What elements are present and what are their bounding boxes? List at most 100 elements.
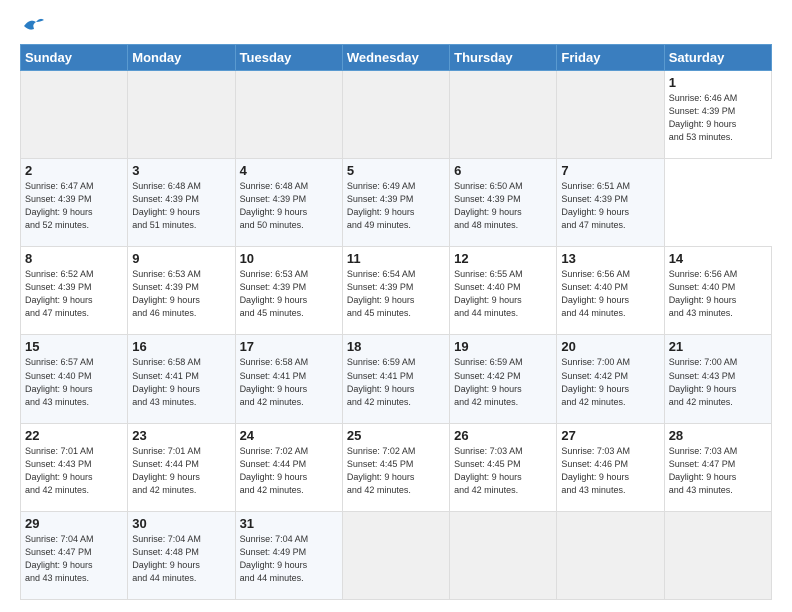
day-number: 22: [25, 428, 123, 443]
calendar-cell: 16Sunrise: 6:58 AMSunset: 4:41 PMDayligh…: [128, 335, 235, 423]
day-number: 29: [25, 516, 123, 531]
calendar-cell: 1 Sunrise: 6:46 AMSunset: 4:39 PMDaylight…: [664, 71, 771, 159]
calendar-week-2: 8 Sunrise: 6:52 AMSunset: 4:39 PMDaylight…: [21, 247, 772, 335]
calendar-cell: [450, 71, 557, 159]
day-number: 3: [132, 163, 230, 178]
calendar-cell: 8 Sunrise: 6:52 AMSunset: 4:39 PMDaylight…: [21, 247, 128, 335]
calendar-cell: 11 Sunrise: 6:54 AMSunset: 4:39 PMDayligh…: [342, 247, 449, 335]
calendar-week-5: 29 Sunrise: 7:04 AMSunset: 4:47 PMDayligh…: [21, 511, 772, 599]
day-info: Sunrise: 7:03 AMSunset: 4:45 PMDaylight:…: [454, 445, 552, 497]
day-number: 31: [240, 516, 338, 531]
day-number: 16: [132, 339, 230, 354]
day-number: 10: [240, 251, 338, 266]
calendar-cell: 21 Sunrise: 7:00 AMSunset: 4:43 PMDayligh…: [664, 335, 771, 423]
day-info: Sunrise: 7:02 AMSunset: 4:45 PMDaylight:…: [347, 445, 445, 497]
day-info: Sunrise: 6:54 AMSunset: 4:39 PMDaylight:…: [347, 268, 445, 320]
calendar-cell: [235, 71, 342, 159]
day-number: 1: [669, 75, 767, 90]
day-info: Sunrise: 7:02 AMSunset: 4:44 PMDaylight:…: [240, 445, 338, 497]
day-number: 15: [25, 339, 123, 354]
day-number: 21: [669, 339, 767, 354]
calendar-cell: [450, 511, 557, 599]
logo-bird-icon: [22, 16, 44, 34]
day-info: Sunrise: 6:58 AMSunset: 4:41 PMDaylight:…: [240, 356, 338, 408]
calendar-week-4: 22 Sunrise: 7:01 AMSunset: 4:43 PMDayligh…: [21, 423, 772, 511]
day-info: Sunrise: 6:52 AMSunset: 4:39 PMDaylight:…: [25, 268, 123, 320]
calendar-cell: 27 Sunrise: 7:03 AMSunset: 4:46 PMDayligh…: [557, 423, 664, 511]
calendar-cell: 13Sunrise: 6:56 AMSunset: 4:40 PMDayligh…: [557, 247, 664, 335]
col-header-friday: Friday: [557, 45, 664, 71]
day-info: Sunrise: 7:01 AMSunset: 4:43 PMDaylight:…: [25, 445, 123, 497]
calendar-cell: 12Sunrise: 6:55 AMSunset: 4:40 PMDayligh…: [450, 247, 557, 335]
calendar-cell: 2Sunrise: 6:47 AMSunset: 4:39 PMDaylight…: [21, 159, 128, 247]
calendar-cell: 19 Sunrise: 6:59 AMSunset: 4:42 PMDayligh…: [450, 335, 557, 423]
day-info: Sunrise: 6:59 AMSunset: 4:41 PMDaylight:…: [347, 356, 445, 408]
logo: [20, 16, 44, 34]
col-header-sunday: Sunday: [21, 45, 128, 71]
day-info: Sunrise: 7:00 AMSunset: 4:43 PMDaylight:…: [669, 356, 767, 408]
calendar-cell: 31 Sunrise: 7:04 AMSunset: 4:49 PMDayligh…: [235, 511, 342, 599]
calendar-cell: 14 Sunrise: 6:56 AMSunset: 4:40 PMDayligh…: [664, 247, 771, 335]
calendar-cell: 20 Sunrise: 7:00 AMSunset: 4:42 PMDayligh…: [557, 335, 664, 423]
calendar-week-3: 15 Sunrise: 6:57 AMSunset: 4:40 PMDayligh…: [21, 335, 772, 423]
day-number: 20: [561, 339, 659, 354]
col-header-monday: Monday: [128, 45, 235, 71]
day-number: 11: [347, 251, 445, 266]
page-container: SundayMondayTuesdayWednesdayThursdayFrid…: [0, 0, 792, 612]
day-number: 17: [240, 339, 338, 354]
day-info: Sunrise: 6:59 AMSunset: 4:42 PMDaylight:…: [454, 356, 552, 408]
day-number: 14: [669, 251, 767, 266]
day-info: Sunrise: 7:01 AMSunset: 4:44 PMDaylight:…: [132, 445, 230, 497]
calendar-cell: [21, 71, 128, 159]
calendar-cell: [342, 71, 449, 159]
calendar-cell: 4Sunrise: 6:48 AMSunset: 4:39 PMDaylight…: [235, 159, 342, 247]
day-number: 24: [240, 428, 338, 443]
calendar-cell: 7Sunrise: 6:51 AMSunset: 4:39 PMDaylight…: [557, 159, 664, 247]
day-info: Sunrise: 7:04 AMSunset: 4:47 PMDaylight:…: [25, 533, 123, 585]
calendar-cell: 26 Sunrise: 7:03 AMSunset: 4:45 PMDayligh…: [450, 423, 557, 511]
calendar-cell: 10 Sunrise: 6:53 AMSunset: 4:39 PMDayligh…: [235, 247, 342, 335]
day-info: Sunrise: 6:57 AMSunset: 4:40 PMDaylight:…: [25, 356, 123, 408]
calendar-table: SundayMondayTuesdayWednesdayThursdayFrid…: [20, 44, 772, 600]
day-info: Sunrise: 6:56 AMSunset: 4:40 PMDaylight:…: [669, 268, 767, 320]
col-header-wednesday: Wednesday: [342, 45, 449, 71]
col-header-saturday: Saturday: [664, 45, 771, 71]
header: [20, 16, 772, 34]
calendar-cell: 24 Sunrise: 7:02 AMSunset: 4:44 PMDayligh…: [235, 423, 342, 511]
day-number: 4: [240, 163, 338, 178]
day-info: Sunrise: 6:49 AMSunset: 4:39 PMDaylight:…: [347, 180, 445, 232]
day-info: Sunrise: 7:04 AMSunset: 4:49 PMDaylight:…: [240, 533, 338, 585]
day-info: Sunrise: 6:51 AMSunset: 4:39 PMDaylight:…: [561, 180, 659, 232]
calendar-cell: 5Sunrise: 6:49 AMSunset: 4:39 PMDaylight…: [342, 159, 449, 247]
day-info: Sunrise: 7:04 AMSunset: 4:48 PMDaylight:…: [132, 533, 230, 585]
col-header-thursday: Thursday: [450, 45, 557, 71]
calendar-cell: 3 Sunrise: 6:48 AMSunset: 4:39 PMDaylight…: [128, 159, 235, 247]
day-number: 25: [347, 428, 445, 443]
calendar-week-0: 1 Sunrise: 6:46 AMSunset: 4:39 PMDaylight…: [21, 71, 772, 159]
calendar-cell: 6Sunrise: 6:50 AMSunset: 4:39 PMDaylight…: [450, 159, 557, 247]
calendar-cell: 17 Sunrise: 6:58 AMSunset: 4:41 PMDayligh…: [235, 335, 342, 423]
day-info: Sunrise: 6:47 AMSunset: 4:39 PMDaylight:…: [25, 180, 123, 232]
day-number: 19: [454, 339, 552, 354]
day-number: 18: [347, 339, 445, 354]
day-info: Sunrise: 7:03 AMSunset: 4:46 PMDaylight:…: [561, 445, 659, 497]
calendar-cell: [557, 511, 664, 599]
calendar-cell: [664, 511, 771, 599]
calendar-cell: 28Sunrise: 7:03 AMSunset: 4:47 PMDayligh…: [664, 423, 771, 511]
day-info: Sunrise: 6:46 AMSunset: 4:39 PMDaylight:…: [669, 92, 767, 144]
day-info: Sunrise: 6:53 AMSunset: 4:39 PMDaylight:…: [132, 268, 230, 320]
day-info: Sunrise: 6:48 AMSunset: 4:39 PMDaylight:…: [132, 180, 230, 232]
day-number: 9: [132, 251, 230, 266]
day-info: Sunrise: 7:00 AMSunset: 4:42 PMDaylight:…: [561, 356, 659, 408]
day-number: 28: [669, 428, 767, 443]
day-info: Sunrise: 6:56 AMSunset: 4:40 PMDaylight:…: [561, 268, 659, 320]
calendar-cell: 15 Sunrise: 6:57 AMSunset: 4:40 PMDayligh…: [21, 335, 128, 423]
calendar-cell: 30Sunrise: 7:04 AMSunset: 4:48 PMDayligh…: [128, 511, 235, 599]
day-number: 27: [561, 428, 659, 443]
calendar-cell: 22 Sunrise: 7:01 AMSunset: 4:43 PMDayligh…: [21, 423, 128, 511]
calendar-cell: [557, 71, 664, 159]
day-number: 12: [454, 251, 552, 266]
day-info: Sunrise: 6:53 AMSunset: 4:39 PMDaylight:…: [240, 268, 338, 320]
day-number: 8: [25, 251, 123, 266]
day-number: 26: [454, 428, 552, 443]
